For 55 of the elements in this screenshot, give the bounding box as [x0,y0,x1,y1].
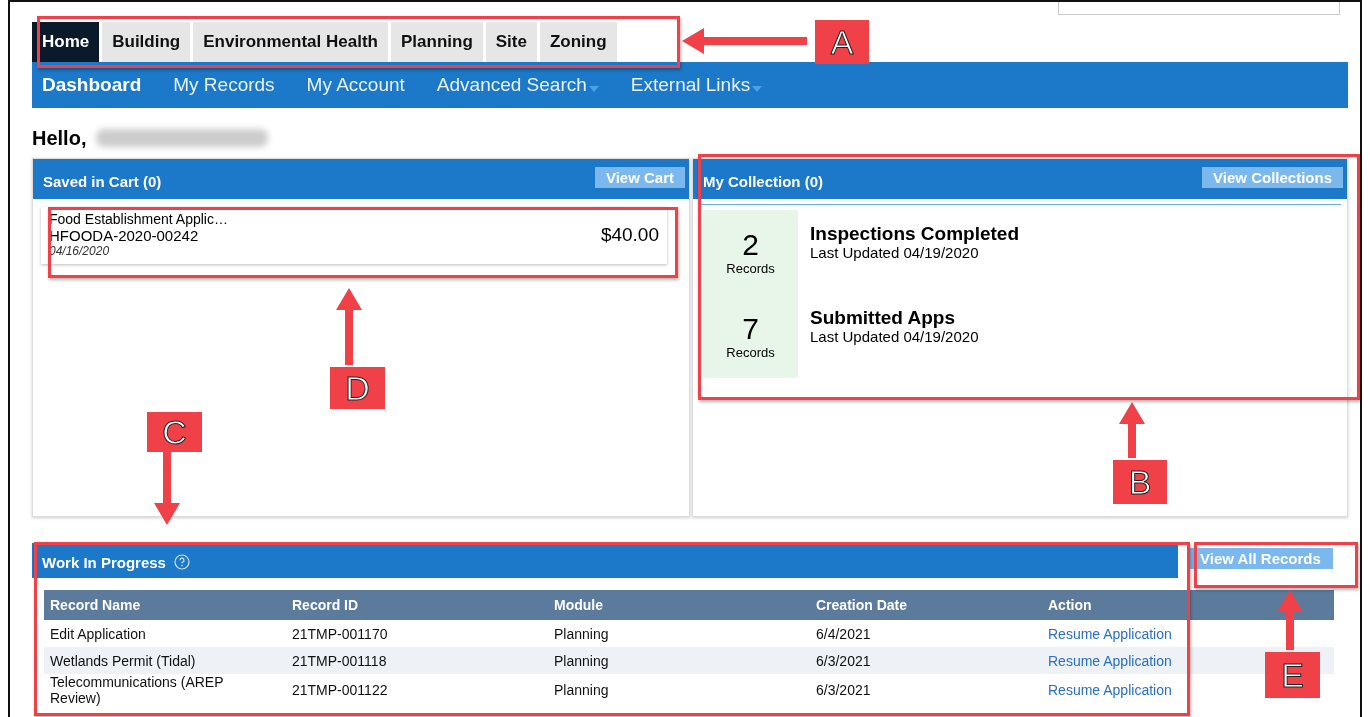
nav-link[interactable]: Dashboard [42,74,142,96]
table-cell-text: Planning [554,682,610,698]
resume-link[interactable]: Resume Application [1048,625,1334,642]
callout-label: A [815,20,869,64]
module-tab[interactable]: Building [102,22,191,62]
table-cell-text: 21TMP-001118 [292,652,388,669]
collection-name[interactable]: Inspections Completed [810,224,1020,244]
greeting: Hello, [32,126,87,150]
column-header: Action [1048,597,1093,613]
help-icon[interactable] [173,553,190,570]
table-cell-text: Planning [554,652,610,669]
column-header: Module [554,597,604,613]
panel-title: Saved in Cart (0) [43,172,162,190]
module-tab[interactable]: Zoning [539,22,617,62]
column-header: Record ID [292,597,360,613]
column-header: Creation Date [816,597,909,613]
callout-label: C [147,412,202,452]
record-id: HFOODA-2020-00242 [49,227,200,244]
callout-label: E [1265,652,1320,698]
last-updated: Last Updated 04/19/2020 [810,328,979,345]
nav-link[interactable]: My Records [173,74,275,96]
module-tab[interactable]: Environmental Health [193,22,388,62]
caret-icon [588,86,599,92]
table-cell-text: Edit Application [50,625,147,642]
module-tab[interactable]: Planning [391,22,483,62]
caret-icon [752,86,763,92]
collection-name[interactable]: Submitted Apps [810,308,979,328]
panel-title: Work In Progress [42,554,166,571]
item-date: 04/16/2020 [49,244,111,258]
nav-link[interactable]: Advanced Search [436,74,599,96]
count-number: 2 [742,228,759,261]
table-cell-text: 6/3/2021 [816,652,872,669]
nav-link[interactable]: My Account [306,74,405,96]
table-cell-text: Planning [554,625,610,642]
count-unit: Records [726,344,775,360]
last-updated: Last Updated 04/19/2020 [810,244,980,261]
item-amount: $40.00 [600,223,659,246]
table-cell-text: 6/4/2021 [816,625,872,642]
table-cell-text: 21TMP-001170 [292,625,389,642]
table-cell-text: 21TMP-001122 [292,682,389,698]
module-tab[interactable]: Home [32,22,100,62]
arrow [1277,590,1303,650]
count-number: 7 [742,312,759,345]
module-tab[interactable]: Site [485,22,537,62]
column-header: Record Name [50,597,142,613]
arrow [1119,402,1145,458]
search-field[interactable] [1058,2,1340,15]
callout-label: D [330,367,385,409]
callout-label: B [1113,460,1167,504]
table-cell-text: Telecommunications (AREP Review) [50,674,225,706]
count-unit: Records [726,260,775,276]
nav-link[interactable]: External Links [630,74,763,96]
table-cell-text: 6/3/2021 [816,682,872,698]
table-cell-text: Wetlands Permit (Tidal) [50,652,197,669]
panel-title: My Collection (0) [703,172,823,190]
